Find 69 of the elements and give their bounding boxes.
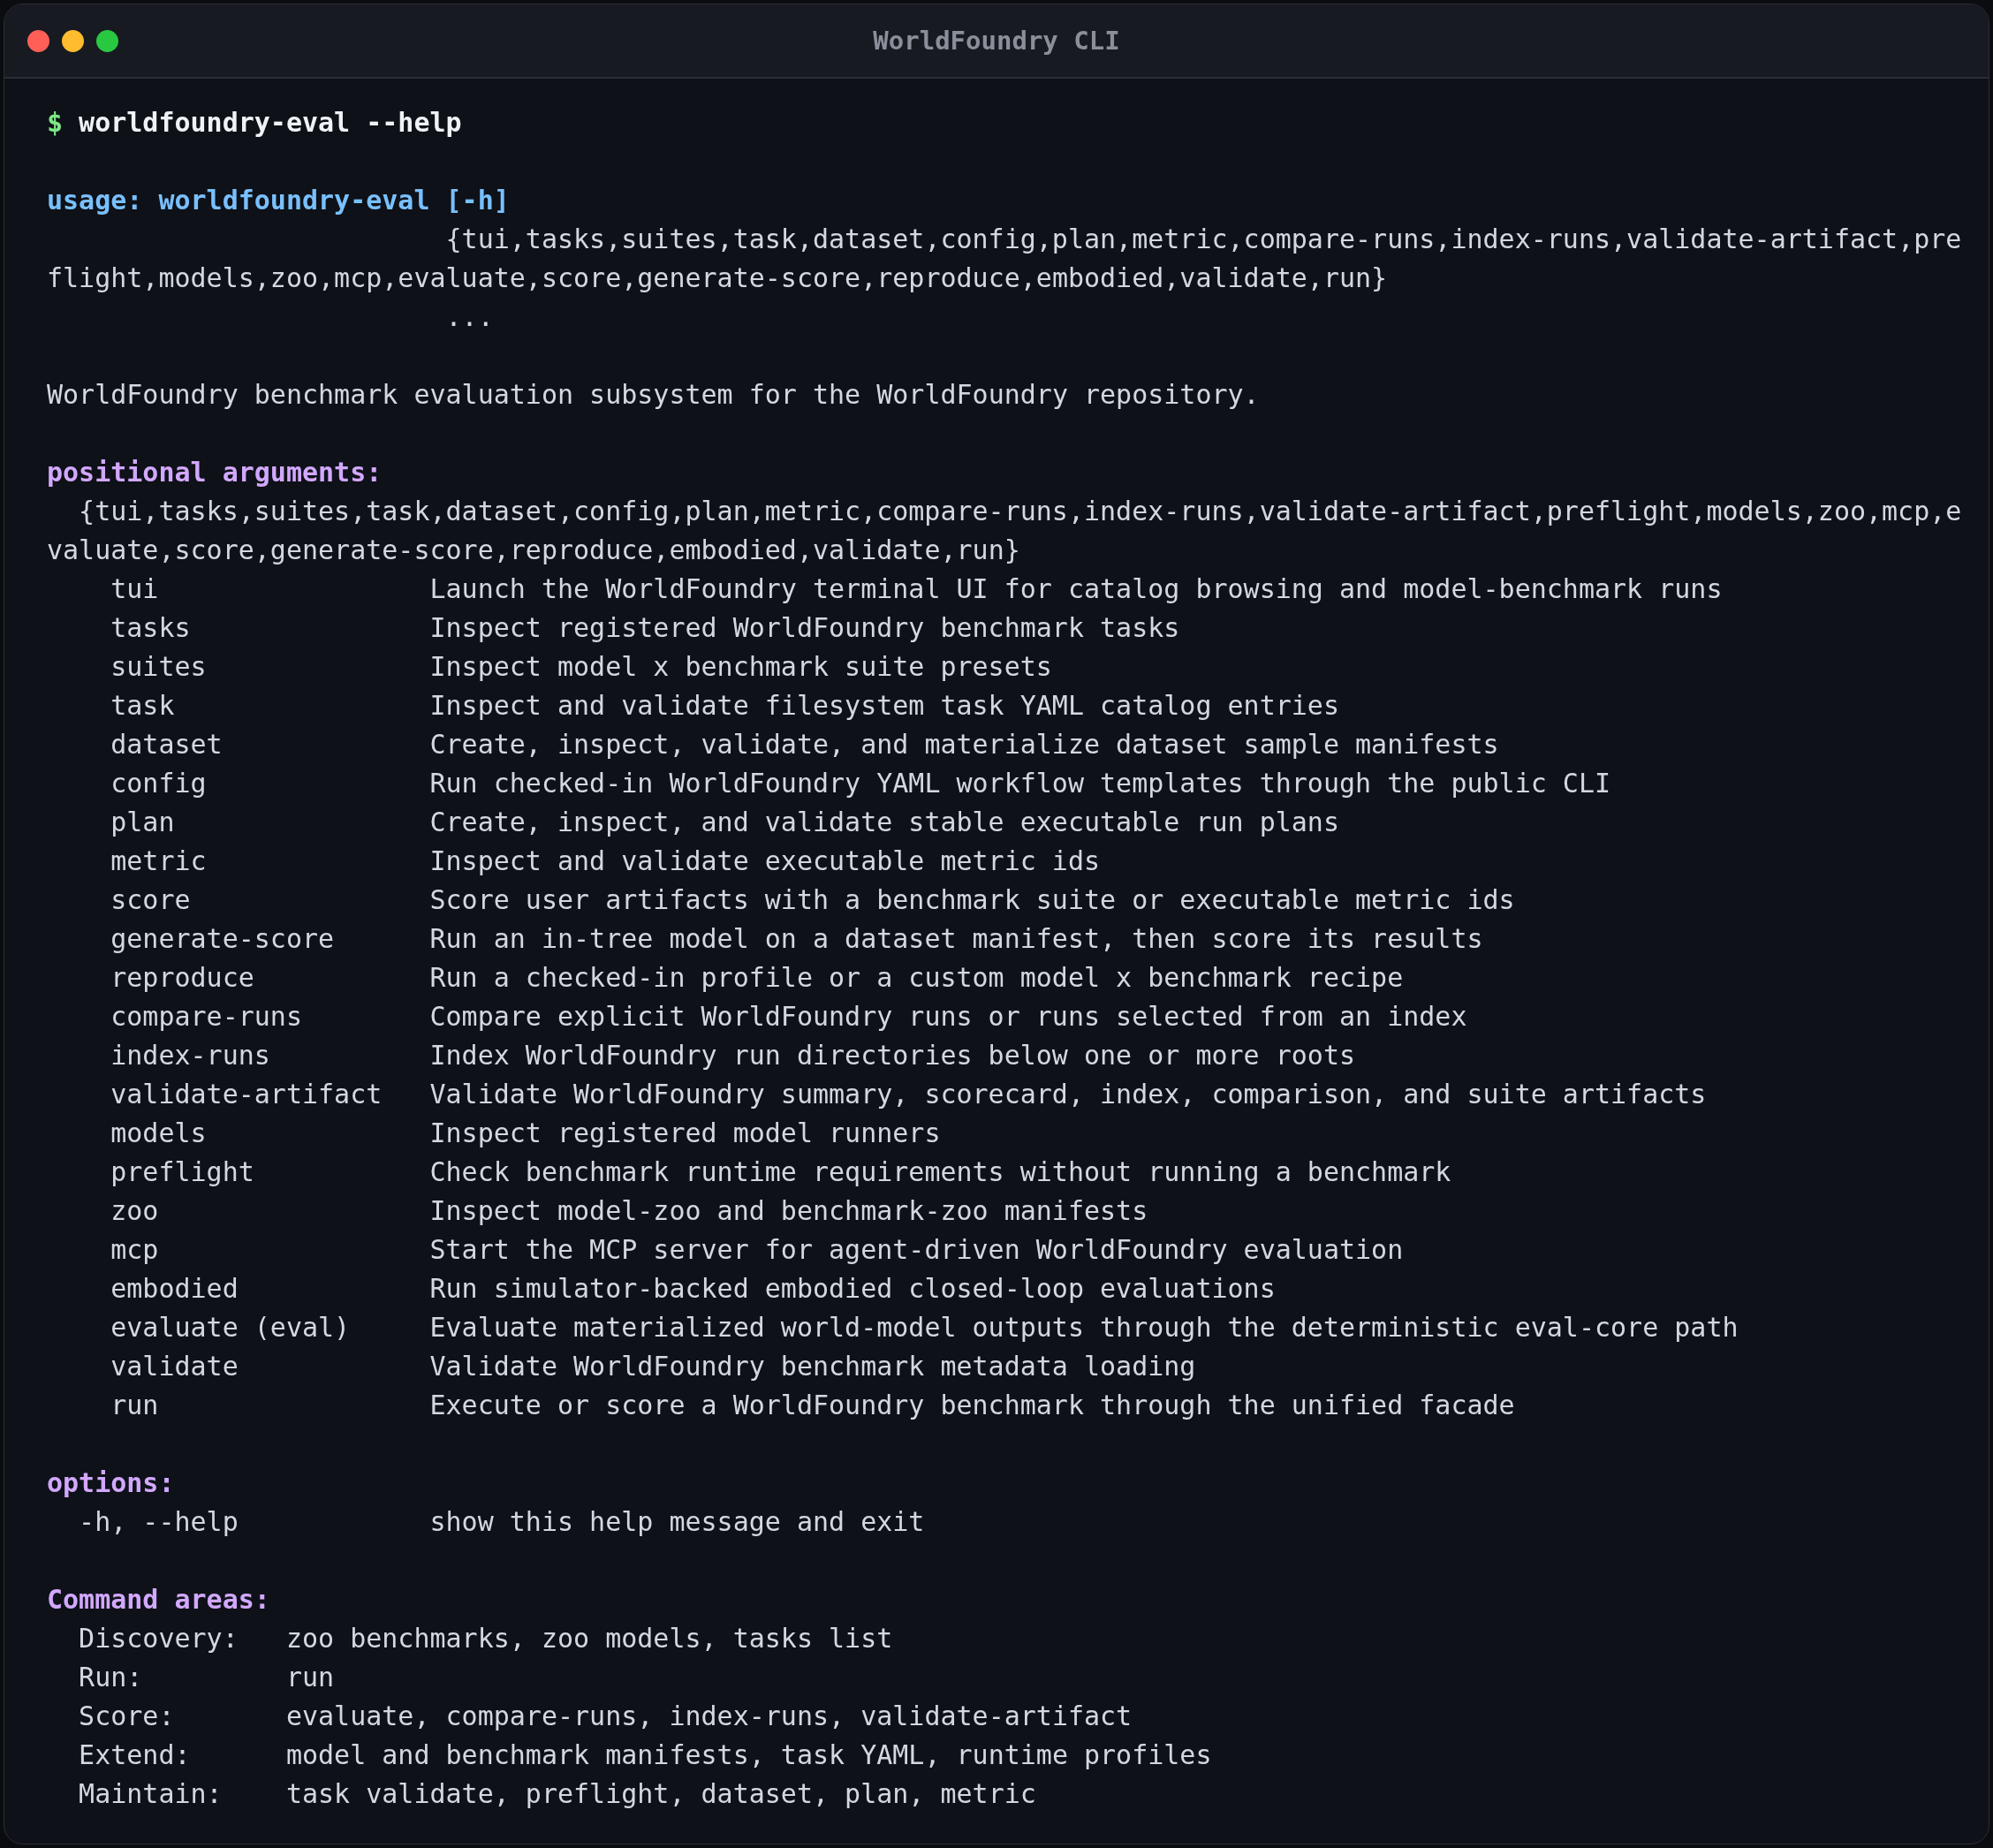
command-name: compare-runs: [110, 1000, 303, 1034]
section-heading: positional arguments:: [47, 456, 383, 489]
command-help: Validate WorldFoundry summary, scorecard, index, comparison, and suite artifacts: [429, 1078, 1707, 1111]
command-help: Launch the WorldFoundry terminal UI for catalog browsing and model-benchmark runs: [429, 572, 1723, 606]
command-help: Start the MCP server for agent-driven WorldFoundry evaluation: [429, 1233, 1404, 1267]
area-value: run: [285, 1661, 335, 1694]
area-label: Discovery:: [78, 1622, 239, 1655]
area-value: zoo benchmarks, zoo models, tasks list: [285, 1622, 893, 1655]
command-help: Index WorldFoundry run directories below one or more roots: [429, 1039, 1356, 1072]
command-name: metric: [110, 844, 208, 878]
command-text: worldfoundry-eval --help: [79, 107, 462, 138]
area-label: Score:: [78, 1700, 176, 1733]
command-help: Score user artifacts with a benchmark suite or executable metric ids: [429, 883, 1515, 917]
window-title: WorldFoundry CLI: [873, 26, 1120, 56]
usage-choices: {tui,tasks,suites,task,dataset,config,plan,metric,compare-runs,index-runs,validate-artifact,preflight,models,zoo,mcp,evaluate,score,generate-score,reproduce,embodied,validate,run}: [47, 223, 1962, 295]
command-name: models: [110, 1117, 208, 1150]
area-label: Maintain:: [78, 1777, 224, 1811]
usage-ellipsis: ...: [445, 301, 494, 332]
command-name: validate: [110, 1350, 239, 1383]
command-name: suites: [110, 650, 208, 684]
area-label: Run:: [78, 1661, 144, 1694]
command-name: dataset: [110, 728, 224, 761]
command-help: Execute or score a WorldFoundry benchmark through the unified facade: [429, 1389, 1515, 1422]
command-help: Inspect model x benchmark suite presets: [429, 650, 1052, 684]
command-help: Run an in-tree model on a dataset manifest, then score its results: [429, 922, 1483, 956]
description-text: WorldFoundry benchmark evaluation subsystem for the WorldFoundry repository.: [47, 379, 1260, 410]
command-name: index-runs: [110, 1039, 271, 1072]
command-help: Inspect model-zoo and benchmark-zoo manifests: [429, 1194, 1148, 1228]
command-help: Run simulator-backed embodied closed-loop evaluations: [429, 1272, 1276, 1306]
maximize-button[interactable]: [96, 29, 118, 52]
prompt-symbol: $: [47, 107, 64, 138]
command-help: Inspect registered model runners: [429, 1117, 941, 1150]
minimize-button[interactable]: [62, 29, 84, 52]
command-name: task: [110, 689, 176, 723]
command-help: Compare explicit WorldFoundry runs or runs selected from an index: [429, 1000, 1467, 1034]
command-name: mcp: [110, 1233, 160, 1267]
command-help: Run checked-in WorldFoundry YAML workflow templates through the public CLI: [429, 767, 1611, 800]
area-label: Extend:: [78, 1738, 192, 1772]
command-name: plan: [110, 806, 176, 839]
command-name: reproduce: [110, 961, 255, 995]
command-help: Create, inspect, and validate stable executable run plans: [429, 806, 1339, 839]
command-help: Check benchmark runtime requirements without running a benchmark: [429, 1155, 1451, 1189]
command-name: score: [110, 883, 192, 917]
command-name: tasks: [110, 611, 192, 645]
close-button[interactable]: [27, 29, 49, 52]
command-name: evaluate (eval): [110, 1311, 352, 1344]
command-name: generate-score: [110, 922, 336, 956]
command-help: Run a checked-in profile or a custom model x benchmark recipe: [429, 961, 1404, 995]
command-name: run: [110, 1389, 160, 1422]
command-name: preflight: [110, 1155, 255, 1189]
command-name: zoo: [110, 1194, 160, 1228]
command-name: config: [110, 767, 208, 800]
section-heading: Command areas:: [47, 1583, 271, 1617]
command-help: Inspect and validate filesystem task YAML catalog entries: [429, 689, 1339, 723]
area-value: model and benchmark manifests, task YAML, runtime profiles: [285, 1738, 1212, 1772]
area-value: evaluate, compare-runs, index-runs, validate-artifact: [285, 1700, 1133, 1733]
command-help: Evaluate materialized world-model outputs through the deterministic eval-core path: [429, 1311, 1739, 1344]
option-name-label: -h, --help: [78, 1505, 239, 1539]
area-value: task validate, preflight, dataset, plan, metric: [285, 1777, 1036, 1811]
section-heading: options:: [47, 1466, 176, 1500]
command-help: Create, inspect, validate, and materialize dataset sample manifests: [429, 728, 1499, 761]
command-help: Inspect and validate executable metric ids: [429, 844, 1101, 878]
command-name: validate-artifact: [110, 1078, 383, 1111]
command-help: Validate WorldFoundry benchmark metadata loading: [429, 1350, 1196, 1383]
usage-line: usage: worldfoundry-eval [-h]: [47, 184, 511, 217]
command-help: Inspect registered WorldFoundry benchmark tasks: [429, 611, 1180, 645]
command-name: embodied: [110, 1272, 239, 1306]
command-name: tui: [110, 572, 160, 606]
option-help: show this help message and exit: [429, 1505, 925, 1539]
